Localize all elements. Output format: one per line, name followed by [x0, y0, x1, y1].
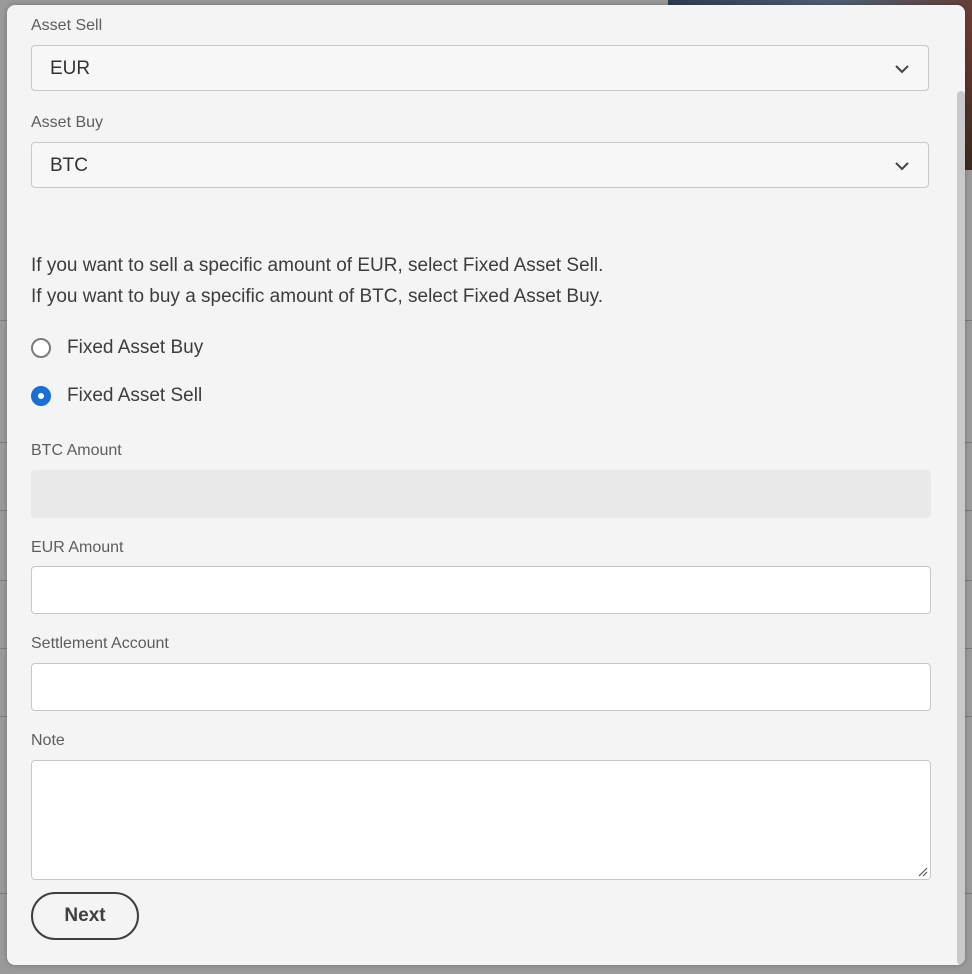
asset-sell-select[interactable]: EUR [31, 45, 929, 91]
asset-buy-value: BTC [50, 155, 88, 176]
note-textarea[interactable] [31, 760, 931, 880]
asset-sell-value: EUR [50, 58, 91, 79]
settlement-account-input[interactable] [31, 663, 931, 711]
radio-fixed-asset-sell-label[interactable]: Fixed Asset Sell [67, 385, 202, 407]
asset-sell-label: Asset Sell [31, 17, 103, 34]
asset-buy-select[interactable]: BTC [31, 142, 929, 188]
eur-amount-input[interactable] [31, 566, 931, 614]
btc-amount-label: BTC Amount [31, 442, 122, 459]
radio-fixed-asset-buy[interactable] [31, 338, 51, 358]
scrollbar-thumb[interactable] [957, 91, 965, 965]
info-text-buy: If you want to buy a specific amount of … [31, 286, 604, 307]
settlement-account-label: Settlement Account [31, 635, 169, 652]
scrollbar-track[interactable] [955, 5, 965, 965]
chevron-down-icon [895, 162, 909, 171]
note-label: Note [31, 732, 65, 749]
eur-amount-label: EUR Amount [31, 539, 124, 556]
resize-handle-icon[interactable] [916, 865, 928, 877]
next-button[interactable]: Next [31, 892, 139, 940]
btc-amount-input [31, 470, 931, 518]
chevron-down-icon [895, 65, 909, 74]
radio-fixed-asset-buy-label[interactable]: Fixed Asset Buy [67, 337, 203, 359]
radio-fixed-asset-sell[interactable] [31, 386, 51, 406]
asset-buy-label: Asset Buy [31, 114, 104, 131]
exchange-modal: Asset Sell EUR Asset Buy BTC If you want… [7, 5, 965, 965]
info-text-sell: If you want to sell a specific amount of… [31, 255, 604, 276]
